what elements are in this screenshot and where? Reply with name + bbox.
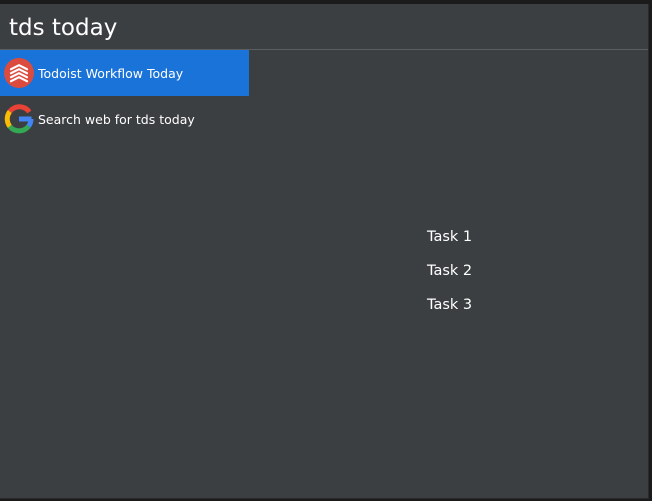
preview-pane: Task 1 Task 2 Task 3 [427, 226, 472, 328]
task-item: Task 2 [427, 263, 473, 279]
result-label: Todoist Workflow Today [38, 65, 184, 81]
launcher-window: Todoist Workflow Today Search web for td… [0, 4, 649, 499]
result-item-todoist-workflow-today[interactable]: Todoist Workflow Today [0, 50, 249, 96]
todoist-icon [4, 58, 34, 88]
search-input[interactable] [9, 11, 609, 45]
task-item: Task 3 [427, 297, 473, 313]
google-icon [4, 104, 34, 134]
results-list: Todoist Workflow Today Search web for td… [0, 50, 249, 142]
result-item-search-web[interactable]: Search web for tds today [0, 96, 249, 142]
result-label: Search web for tds today [38, 111, 195, 127]
task-item: Task 1 [427, 229, 473, 245]
search-bar [0, 4, 648, 50]
